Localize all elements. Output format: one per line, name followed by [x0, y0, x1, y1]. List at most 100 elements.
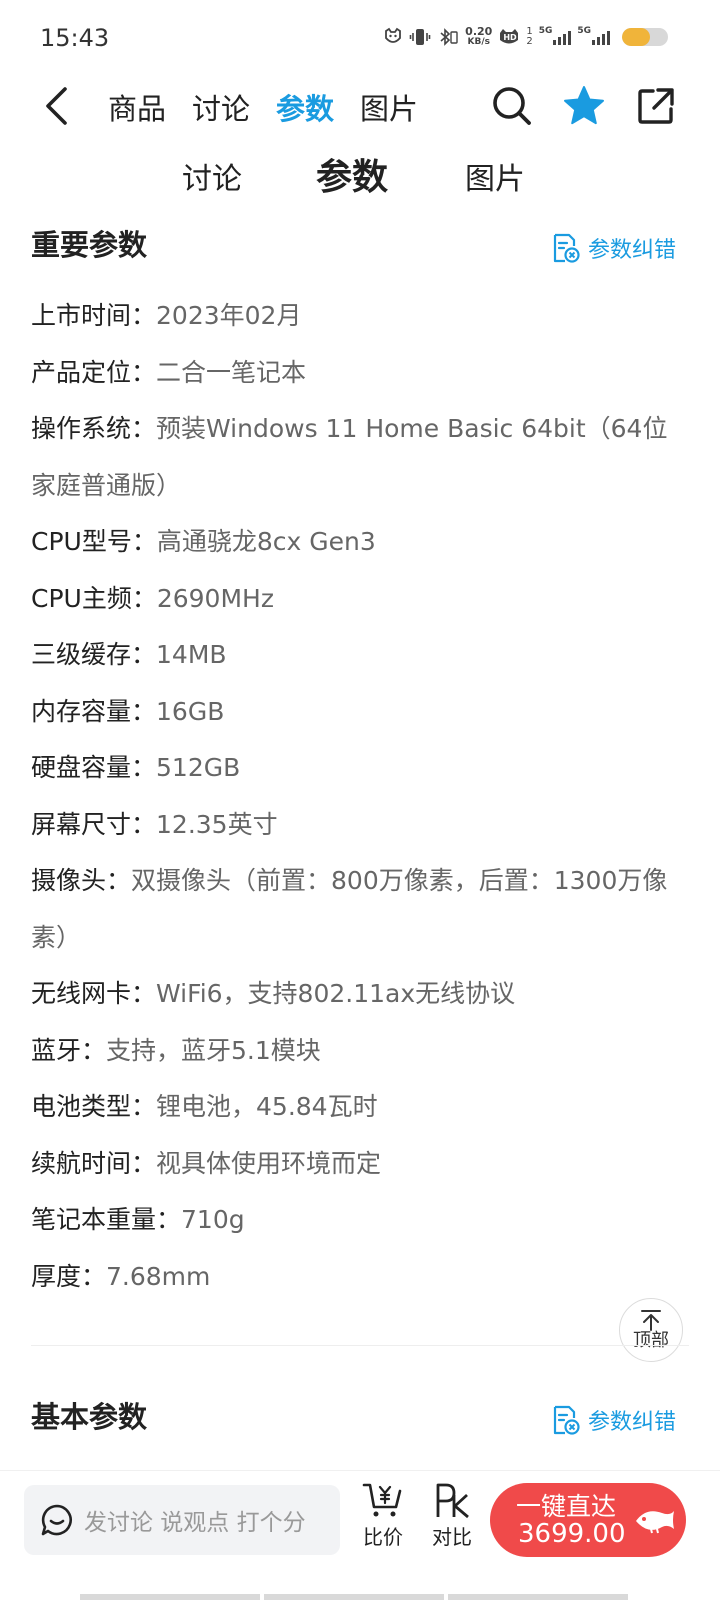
param-row: 无线网卡：WiFi6，支持802.11ax无线协议: [31, 966, 691, 1023]
tab-params[interactable]: 参数: [276, 86, 334, 128]
param-row: 笔记本重量：710g: [31, 1192, 691, 1249]
param-value: WiFi6，支持802.11ax无线协议: [156, 979, 516, 1008]
param-key: 笔记本重量：: [31, 1205, 182, 1234]
net-speed: 0.20 KB/s: [465, 26, 492, 48]
param-value: 高通骁龙8cx Gen3: [156, 527, 376, 556]
sim-indicator-icon: 12: [526, 26, 533, 47]
param-value: 2023年02月: [156, 301, 302, 330]
param-key: 三级缓存：: [31, 640, 157, 669]
section-divider: [31, 1345, 689, 1346]
param-row: CPU主频：2690MHz: [31, 571, 691, 628]
fish-mascot-icon: [636, 1511, 674, 1534]
param-value: 2690MHz: [156, 583, 274, 613]
important-params-list: 上市时间：2023年02月 产品定位：二合一笔记本 操作系统：预装Windows…: [31, 288, 691, 1305]
param-row: 硬盘容量：512GB: [31, 740, 691, 797]
param-key: 上市时间：: [31, 301, 157, 330]
param-row: CPU型号：高通骁龙8cx Gen3: [31, 514, 691, 571]
sim2-label: 5G: [577, 26, 591, 36]
scroll-indicator: [80, 1594, 628, 1600]
param-row: 电池类型：锂电池，45.84瓦时: [31, 1079, 691, 1136]
search-icon: [493, 87, 531, 125]
param-value: 16GB: [156, 696, 225, 726]
subtab-images[interactable]: 图片: [465, 154, 525, 198]
pk-icon: [436, 1483, 469, 1519]
param-value: 7.68mm: [106, 1261, 211, 1291]
price-cart-icon: [362, 1483, 402, 1517]
param-value: 支持，蓝牙5.1模块: [106, 1035, 321, 1065]
top-nav: 商品 讨论 参数 图片: [0, 76, 720, 140]
param-row: 操作系统：预装Windows 11 Home Basic 64bit（64位家庭…: [31, 401, 691, 514]
hd-icon: HD: [498, 26, 520, 48]
param-value: 视具体使用环境而定: [156, 1148, 382, 1178]
buy-label: 一键直达: [516, 1492, 617, 1521]
compare-price-button[interactable]: 比价: [362, 1481, 404, 1550]
param-row: 蓝牙：支持，蓝牙5.1模块: [31, 1023, 691, 1080]
top-tabs: 商品 讨论 参数 图片: [108, 86, 418, 128]
param-value: 12.35英寸: [156, 809, 278, 839]
bluetooth-icon: [437, 26, 459, 48]
param-row: 续航时间：视具体使用环境而定: [31, 1136, 691, 1193]
param-key: 蓝牙：: [31, 1035, 107, 1065]
back-button[interactable]: [34, 82, 78, 130]
share-button[interactable]: [632, 82, 680, 130]
edit-doc-icon: [553, 233, 580, 263]
comment-placeholder: 发讨论 说观点 打个分: [84, 1510, 306, 1536]
cat-shield-icon: [383, 26, 403, 48]
param-row: 屏幕尺寸：12.35英寸: [31, 797, 691, 854]
important-params-fix-button[interactable]: 参数纠错: [552, 232, 676, 264]
status-icons: 0.20 KB/s HD 12 5G 5G: [383, 26, 668, 48]
param-value: 锂电池，45.84瓦时: [156, 1092, 378, 1121]
buy-price: 3699.00: [518, 1519, 626, 1549]
signal-sim2-icon: 5G: [577, 26, 610, 48]
share-icon: [638, 88, 674, 124]
battery-icon: [622, 28, 668, 46]
subtab-params[interactable]: 参数: [314, 148, 389, 200]
basic-params-title: 基本参数: [31, 1400, 148, 1434]
param-key: 续航时间：: [31, 1148, 157, 1178]
param-key: CPU主频：: [31, 583, 157, 613]
param-key: 电池类型：: [31, 1092, 157, 1121]
fix-label: 参数纠错: [587, 1410, 676, 1435]
battery-fill: [622, 28, 650, 46]
comment-input[interactable]: 发讨论 说观点 打个分: [24, 1485, 340, 1555]
fix-label: 参数纠错: [587, 238, 676, 263]
edit-doc-icon: [553, 1405, 580, 1435]
status-bar: 15:43 0.20 KB/s HD 12 5G 5G: [0, 0, 720, 76]
vibrate-icon: [409, 26, 431, 48]
back-to-top-label: 顶部: [633, 1330, 669, 1351]
bottom-bar: 发讨论 说观点 打个分 比价 对比 一键直达 3699.00: [0, 1470, 720, 1600]
star-icon: [564, 86, 604, 125]
subtab-params-label: 参数: [316, 157, 389, 198]
important-params-title: 重要参数: [31, 228, 148, 262]
param-value: 二合一笔记本: [156, 357, 307, 387]
tab-product[interactable]: 商品: [108, 86, 166, 128]
back-to-top-button[interactable]: 顶部: [619, 1298, 683, 1362]
tab-images[interactable]: 图片: [360, 86, 418, 128]
param-row: 产品定位：二合一笔记本: [31, 345, 691, 402]
param-value: 14MB: [156, 640, 227, 669]
arrow-up-icon: [641, 1310, 661, 1331]
back-icon: [46, 87, 67, 125]
chat-bubble-icon: [41, 1504, 72, 1536]
param-key: 硬盘容量：: [31, 753, 157, 782]
pk-compare-button[interactable]: 对比: [432, 1481, 472, 1550]
param-row: 三级缓存：14MB: [31, 627, 691, 684]
param-key: 产品定位：: [31, 357, 157, 387]
basic-params-fix-button[interactable]: 参数纠错: [552, 1404, 676, 1436]
tab-discussion[interactable]: 讨论: [192, 86, 250, 128]
param-key: 内存容量：: [31, 696, 157, 726]
param-key: 摄像头：: [31, 866, 132, 895]
param-row: 厚度：7.68mm: [31, 1249, 691, 1306]
favorite-button[interactable]: [560, 82, 608, 130]
param-value: 512GB: [156, 753, 241, 782]
param-value: 710g: [181, 1205, 245, 1234]
net-speed-unit: KB/s: [467, 37, 490, 47]
compare-price-label: 比价: [363, 1525, 403, 1549]
buy-direct-button[interactable]: 一键直达 3699.00: [490, 1483, 686, 1557]
search-button[interactable]: [488, 82, 536, 130]
subtab-discussion[interactable]: 讨论: [182, 154, 242, 198]
pk-label: 对比: [432, 1525, 472, 1549]
param-key: 屏幕尺寸：: [31, 809, 157, 839]
param-key: CPU型号：: [31, 527, 157, 556]
signal-sim1-icon: 5G: [539, 26, 572, 48]
